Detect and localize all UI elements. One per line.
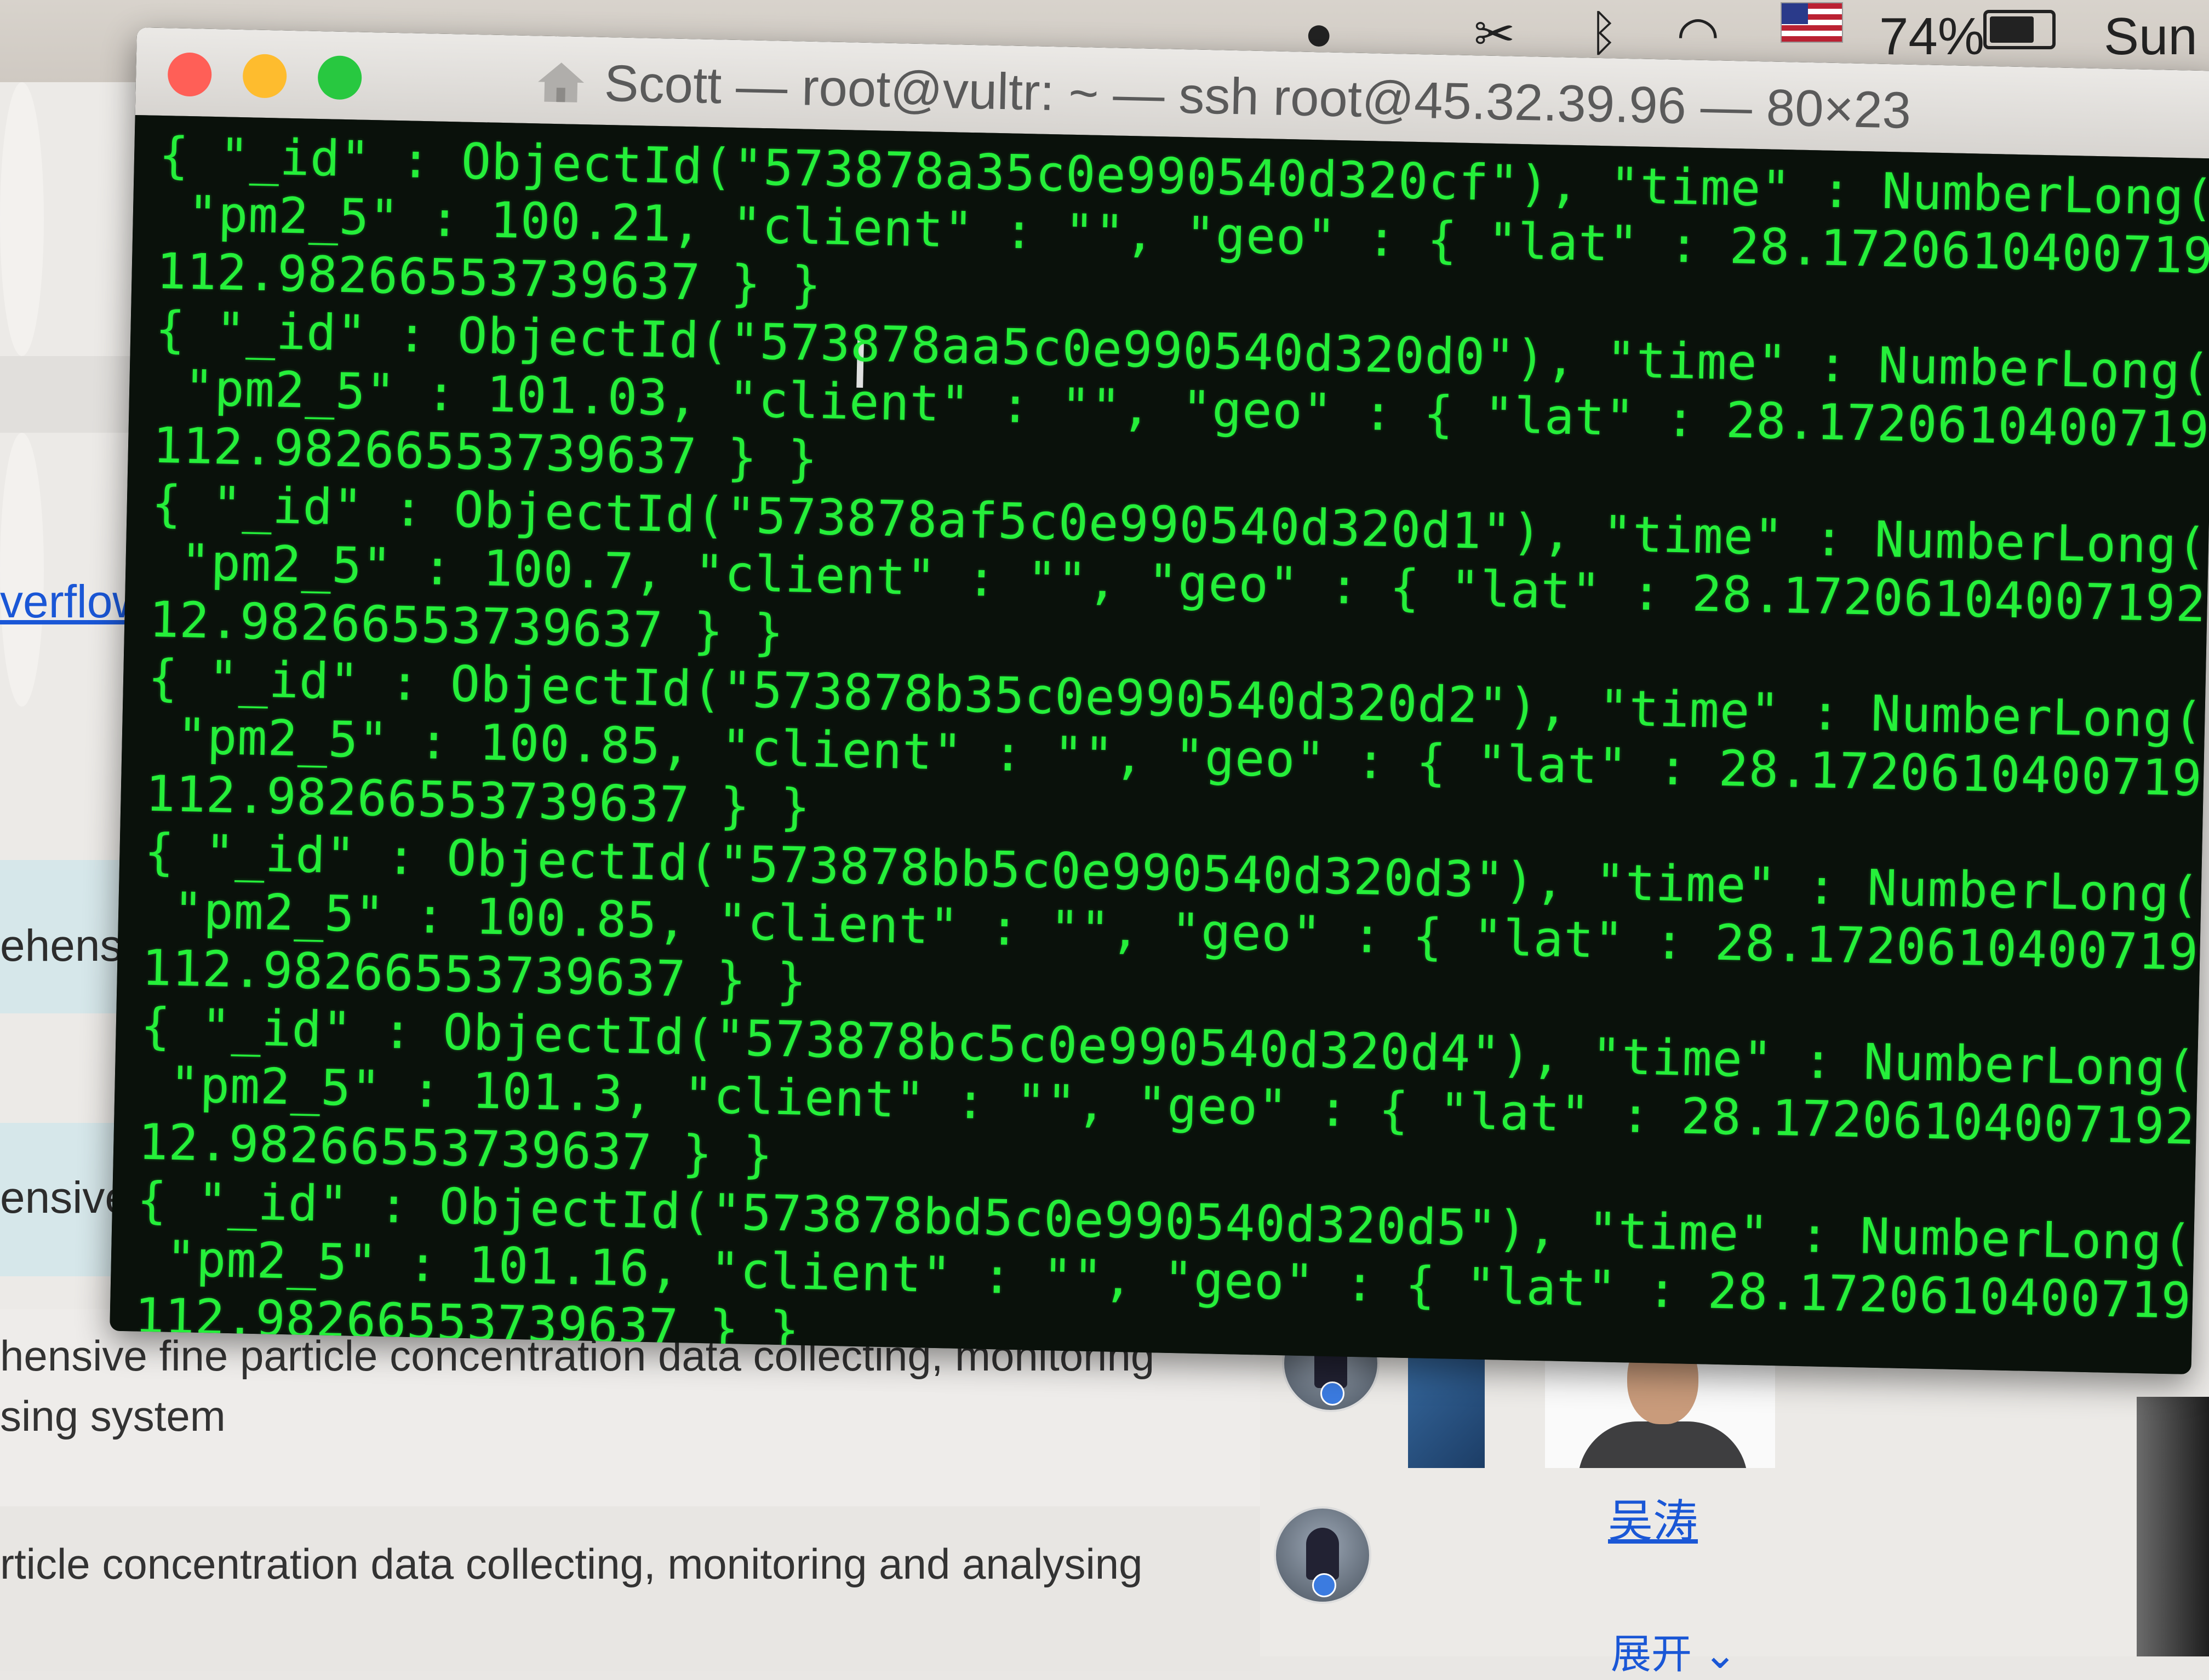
person-name-link[interactable]: 吴涛 — [1608, 1484, 1698, 1550]
avatar[interactable] — [1274, 1506, 1371, 1604]
battery-level-fill — [1990, 16, 2034, 43]
zoom-button[interactable] — [317, 55, 362, 100]
us-flag-icon[interactable] — [1781, 2, 1843, 43]
wifi-icon[interactable]: ◠ — [1676, 5, 1720, 63]
menubar-clock[interactable]: Sun — [2104, 7, 2197, 67]
expand-link[interactable]: 展开 ⌄ — [1611, 1621, 1737, 1680]
terminal-output[interactable]: I { "_id" : ObjectId("573878a35c0e990540… — [110, 114, 2209, 1375]
window-title: Scott — root@vultr: ~ — ssh root@45.32.3… — [603, 54, 1912, 139]
home-icon — [538, 62, 585, 102]
battery-percent[interactable]: 74% — [1879, 7, 1984, 67]
sidebar-panel — [0, 82, 44, 356]
terminal-window[interactable]: Scott — root@vultr: ~ — ssh root@45.32.3… — [110, 27, 2209, 1375]
sidebar-link[interactable]: verflow — [0, 575, 146, 628]
expand-label[interactable]: 展开 — [1611, 1631, 1692, 1677]
minimize-button[interactable] — [242, 54, 288, 99]
background-object — [2137, 1397, 2209, 1656]
bluetooth-icon[interactable]: ᛒ — [1589, 5, 1618, 62]
scissors-icon[interactable]: ✂ — [1474, 5, 1515, 63]
chevron-down-icon: ⌄ — [1703, 1631, 1737, 1677]
battery-icon[interactable] — [1983, 10, 2056, 49]
sidebar-panel — [0, 433, 44, 707]
result-title[interactable]: sing system — [0, 1391, 226, 1441]
result-title[interactable]: rticle concentration data collecting, mo… — [0, 1539, 1143, 1589]
close-button[interactable] — [167, 52, 213, 97]
